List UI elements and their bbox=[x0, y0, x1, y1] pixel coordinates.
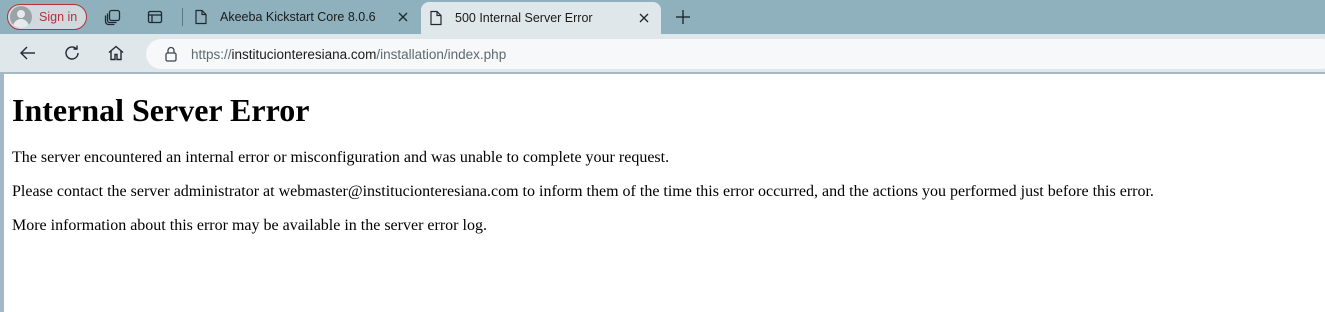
url-host: institucionteresiana.com bbox=[231, 46, 377, 62]
tab-akeeba-kickstart[interactable]: Akeeba Kickstart Core 8.0.6 bbox=[186, 0, 420, 34]
tab-separator bbox=[182, 8, 183, 26]
refresh-icon[interactable] bbox=[60, 41, 84, 65]
plus-icon[interactable] bbox=[672, 6, 694, 28]
page-title: Internal Server Error bbox=[12, 92, 310, 128]
sign-in-label: Sign in bbox=[39, 10, 78, 24]
url-scheme: https:// bbox=[191, 46, 232, 62]
url-text: https://institucionteresiana.com/install… bbox=[191, 47, 506, 62]
page-viewport: Internal Server Error The server encount… bbox=[4, 74, 1325, 312]
page-icon bbox=[192, 8, 210, 26]
contact-admin-text: Please contact the server administrator … bbox=[12, 183, 1154, 200]
home-icon[interactable] bbox=[104, 41, 128, 65]
workspaces-icon[interactable] bbox=[102, 6, 124, 28]
page-icon bbox=[427, 9, 445, 27]
close-icon[interactable] bbox=[394, 8, 412, 26]
close-icon[interactable] bbox=[635, 9, 653, 27]
error-description: The server encountered an internal error… bbox=[12, 149, 670, 166]
error-log-text: More information about this error may be… bbox=[12, 217, 487, 234]
sign-in-button[interactable]: Sign in bbox=[7, 4, 87, 30]
tab-actions-icon[interactable] bbox=[144, 6, 166, 28]
tab-internal-server-error[interactable]: 500 Internal Server Error bbox=[421, 2, 661, 34]
tab-title: 500 Internal Server Error bbox=[455, 11, 593, 25]
lock-icon[interactable] bbox=[162, 45, 180, 63]
avatar-icon bbox=[10, 6, 32, 28]
back-arrow-icon[interactable] bbox=[16, 41, 40, 65]
url-path: /installation/index.php bbox=[376, 46, 507, 62]
address-bar[interactable]: https://institucionteresiana.com/install… bbox=[146, 39, 1325, 69]
tab-title: Akeeba Kickstart Core 8.0.6 bbox=[220, 10, 376, 24]
page-content: Internal Server Error The server encount… bbox=[4, 74, 1325, 258]
tab-strip: Sign in Akeeba Kickstart Core 8.0.6 500 … bbox=[0, 0, 1325, 34]
browser-toolbar: https://institucionteresiana.com/install… bbox=[0, 34, 1325, 72]
